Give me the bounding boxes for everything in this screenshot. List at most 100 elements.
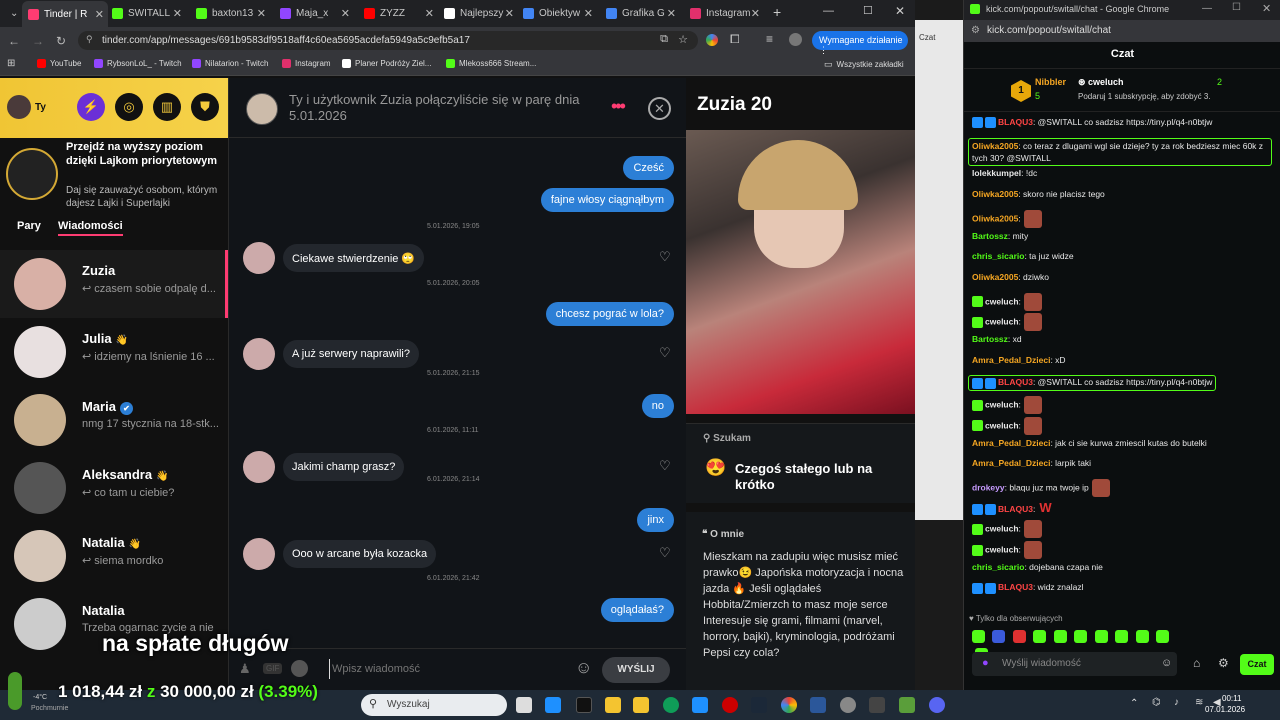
like-heart-icon[interactable]: ♡ <box>659 345 671 361</box>
close-chat-icon[interactable]: ✕ <box>648 97 671 120</box>
chat-username[interactable]: Amra_Pedal_Dzieci <box>972 458 1050 468</box>
all-bookmarks[interactable]: ▭ Wszystkie zakładki <box>824 59 904 70</box>
opera-icon[interactable] <box>722 697 738 713</box>
chat-username[interactable]: chris_sicario <box>972 562 1024 572</box>
chat-message[interactable]: cweluch: <box>972 313 1042 332</box>
conversation-item[interactable]: Maria ✔ nmg 17 stycznia na 18-stk... <box>0 386 228 454</box>
app-icon-3[interactable] <box>869 697 885 713</box>
chat-message[interactable]: chris_sicario: dojebana czapa nie <box>972 562 1103 572</box>
close-window-button[interactable]: ✕ <box>895 4 905 18</box>
browser-tab[interactable]: ZYZZ ✕ <box>358 3 438 23</box>
browser-tab[interactable]: Tinder | R ✕ <box>22 1 108 27</box>
match-avatar[interactable] <box>246 93 278 125</box>
site-info-icon[interactable]: ⚙ <box>971 25 980 36</box>
emote-7[interactable] <box>1094 630 1108 644</box>
reload-icon[interactable]: ↻ <box>56 34 66 48</box>
user-avatar[interactable] <box>7 95 31 119</box>
sent-message-bubble[interactable]: oglądałaś? <box>600 598 674 622</box>
chat-username[interactable]: chris_sicario <box>972 251 1024 261</box>
sent-message-bubble[interactable]: Cześć <box>623 156 674 180</box>
spotify-icon[interactable] <box>291 660 308 677</box>
conversation-item[interactable]: Aleksandra 👋 ↩ co tam u ciebie? <box>0 454 228 522</box>
taskbar-search[interactable]: ⚲ Wyszukaj <box>361 694 507 716</box>
sent-message-bubble[interactable]: chcesz pograć w lola? <box>545 302 674 326</box>
message-avatar[interactable] <box>243 338 275 370</box>
kick-input[interactable]: ● Wyślij wiadomość ☺ <box>972 652 1177 676</box>
chat-username[interactable]: BLAQU3 <box>998 117 1033 127</box>
browser-tab[interactable]: Maja_x ✕ <box>274 3 354 23</box>
emote-4[interactable] <box>1033 630 1047 644</box>
chat-username[interactable]: Amra_Pedal_Dzieci <box>972 355 1050 365</box>
promo-card[interactable]: Przejdź na wyższy poziom dzięki Lajkom p… <box>0 138 228 216</box>
like-heart-icon[interactable]: ♡ <box>659 249 671 265</box>
chat-username[interactable]: Bartossz <box>972 334 1008 344</box>
url-field[interactable]: ⚲ tinder.com/app/messages/691b9583df9518… <box>78 31 698 50</box>
gif-button[interactable]: GIF <box>263 663 283 674</box>
tab-close-icon[interactable]: ✕ <box>95 8 104 21</box>
task-view-icon[interactable] <box>516 697 532 713</box>
message-input[interactable] <box>329 659 569 679</box>
media-icon[interactable]: ≡ <box>766 32 773 46</box>
chat-username[interactable]: Oliwka2005 <box>972 213 1018 223</box>
kick-maximize[interactable]: ☐ <box>1232 2 1241 13</box>
message-avatar[interactable] <box>243 451 275 483</box>
bookmark-rybson[interactable]: RybsonLoL_ - Twitch <box>94 59 182 68</box>
chat-username[interactable]: cweluch <box>985 399 1019 409</box>
chat-message[interactable]: Amra_Pedal_Dzieci: larpik taki <box>972 458 1091 468</box>
browser-tab[interactable]: Najlepszy ✕ <box>438 3 518 23</box>
chat-message[interactable]: BLAQU3: @SWITALL co sadzisz https://tiny… <box>972 117 1212 129</box>
tab-matches[interactable]: Pary <box>17 220 41 232</box>
folder-icon[interactable] <box>633 697 649 713</box>
clock-time[interactable]: 00:11 <box>1222 694 1241 703</box>
received-message-bubble[interactable]: Ooo w arcane była kozacka <box>283 540 437 568</box>
emote-3[interactable] <box>1012 630 1026 644</box>
kick-send-button[interactable]: Czat <box>1240 654 1274 675</box>
bookmark-youtube[interactable]: YouTube <box>37 59 81 68</box>
boost-icon[interactable]: ⚡ <box>77 93 105 121</box>
chat-message[interactable]: BLAQU3: @SWITALL co sadzisz https://tiny… <box>968 375 1217 391</box>
emote-2[interactable] <box>992 630 1006 644</box>
like-heart-icon[interactable]: ♡ <box>659 545 671 561</box>
chat-message[interactable]: BLAQU3: W <box>972 500 1052 515</box>
tab-close-icon[interactable]: ✕ <box>341 7 350 20</box>
tab-close-icon[interactable]: ✕ <box>751 7 760 20</box>
chat-message[interactable]: cweluch: <box>972 416 1042 435</box>
chat-username[interactable]: Amra_Pedal_Dzieci <box>972 438 1050 448</box>
chat-message[interactable]: cweluch: <box>972 396 1042 415</box>
chat-message[interactable]: cweluch: <box>972 541 1042 559</box>
conversation-item[interactable]: Julia 👋 ↩ idziemy na lśnienie 16 ... <box>0 318 228 386</box>
emote-6[interactable] <box>1074 630 1088 644</box>
emote-5[interactable] <box>1053 630 1067 644</box>
chat-message[interactable]: cweluch: <box>972 520 1042 539</box>
tab-close-icon[interactable]: ✕ <box>173 7 182 20</box>
send-button[interactable]: WYŚLIJ <box>602 657 670 683</box>
tab-close-icon[interactable]: ✕ <box>257 7 266 20</box>
chat-message[interactable]: Bartossz: xd <box>972 334 1022 344</box>
minimize-button[interactable]: — <box>823 5 834 17</box>
bookmark-instagram[interactable]: Instagram <box>282 59 331 68</box>
cards-icon[interactable]: ▥ <box>153 93 181 121</box>
app-icon-2[interactable] <box>692 697 708 713</box>
chat-message[interactable]: Amra_Pedal_Dzieci: jak ci sie kurwa zmie… <box>972 438 1207 448</box>
chat-username[interactable]: Oliwka2005 <box>972 189 1018 199</box>
clock-date[interactable]: 07.01.2026 <box>1205 705 1245 714</box>
received-message-bubble[interactable]: Ciekawe stwierdzenie 🙄 <box>283 244 425 272</box>
tiktok-icon[interactable] <box>576 697 592 713</box>
chat-message[interactable]: drokeyy: blaqu juz ma twoje ip <box>972 478 1110 497</box>
emoji-icon[interactable]: ☺ <box>575 658 592 678</box>
app-icon-1[interactable] <box>545 697 561 713</box>
conversation-item[interactable]: Zuzia ↩ czasem sobie odpalę d... <box>0 250 228 318</box>
chat-message[interactable]: Oliwka2005: <box>972 209 1042 228</box>
emote-10[interactable] <box>1156 630 1170 644</box>
received-message-bubble[interactable]: Jakimi champ grasz? <box>283 453 405 481</box>
action-required-button[interactable]: Wymagane działanie ⋮ <box>812 31 908 55</box>
chrome-icon[interactable] <box>781 697 797 713</box>
mic-tray-icon[interactable]: ♪ <box>1174 697 1179 708</box>
chat-message[interactable]: cweluch: <box>972 292 1042 311</box>
chat-username[interactable]: Oliwka2005 <box>972 272 1018 282</box>
bookmark-nilatarion[interactable]: Nilatarion - Twitch <box>192 59 268 68</box>
forward-icon[interactable]: → <box>32 34 44 48</box>
bookmark-star-icon[interactable]: ☆ <box>678 33 688 46</box>
profile-photo[interactable] <box>686 130 915 414</box>
tab-close-icon[interactable]: ✕ <box>667 7 676 20</box>
